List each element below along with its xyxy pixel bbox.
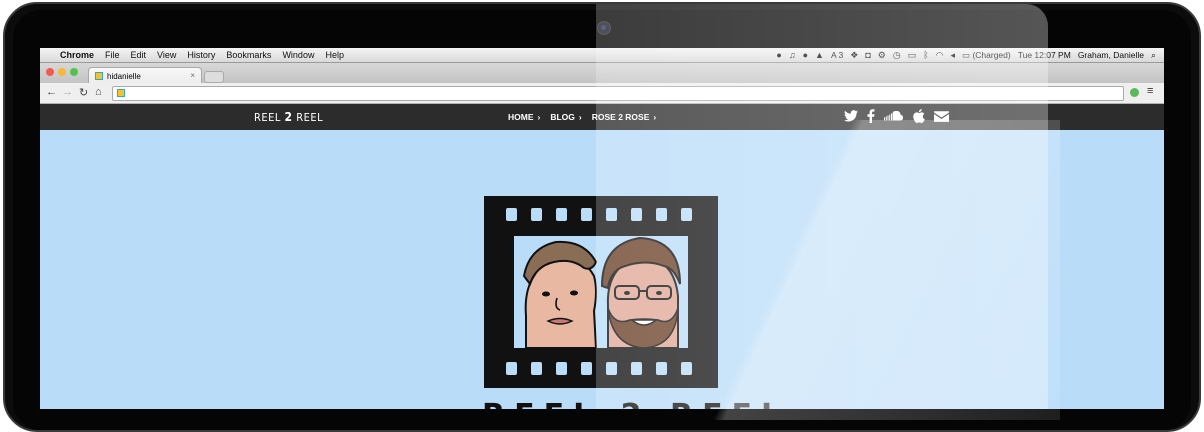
chevron-right-icon: › [537, 112, 541, 122]
battery-label: (Charged) [972, 49, 1011, 60]
forward-icon[interactable]: → [62, 86, 73, 98]
tab-close-icon[interactable]: × [190, 71, 195, 80]
social-links [844, 109, 949, 123]
main-nav: HOME › BLOG › ROSE 2 ROSE › [508, 112, 656, 122]
browser-tab[interactable]: hidanielle × [88, 67, 202, 84]
mail-icon[interactable] [934, 110, 949, 122]
chevron-right-icon: › [578, 112, 582, 122]
extension-icon[interactable] [1130, 88, 1139, 97]
volume-icon[interactable]: ◂ [951, 50, 956, 61]
adobe-status[interactable]: A 3 [831, 50, 843, 60]
apple-icon[interactable] [913, 109, 925, 123]
nav-rose-2-rose[interactable]: ROSE 2 ROSE › [592, 112, 656, 122]
menu-window[interactable]: Window [282, 50, 314, 60]
menu-file[interactable]: File [105, 50, 120, 60]
hero-logo [484, 196, 718, 388]
drive-icon[interactable]: ▲ [815, 50, 824, 60]
brand-word-right: REEL [296, 111, 324, 124]
user-name[interactable]: Graham, Danielle [1078, 50, 1144, 60]
screen: Chrome File Edit View History Bookmarks … [40, 48, 1164, 409]
bell-icon[interactable]: ♫ [789, 50, 796, 60]
site-brand[interactable]: REEL 2 REEL [254, 110, 323, 124]
nav-blog[interactable]: BLOG › [550, 112, 581, 122]
zoom-window-icon[interactable] [70, 68, 78, 76]
settings-icon[interactable]: ⚙ [878, 50, 886, 61]
adobe-icon: A [830, 50, 837, 60]
brand-number: 2 [284, 110, 293, 124]
chrome-menu-icon[interactable]: ≡ [1147, 85, 1153, 97]
tab-favicon-icon [95, 72, 103, 80]
address-bar[interactable] [112, 86, 1124, 101]
window-controls [46, 68, 78, 76]
dropbox-icon[interactable]: ❖ [850, 50, 858, 61]
close-window-icon[interactable] [46, 68, 54, 76]
site-navbar: REEL 2 REEL HOME › BLOG › ROSE 2 ROSE › [40, 104, 1164, 130]
menu-help[interactable]: Help [325, 50, 344, 60]
adobe-count: 3 [838, 50, 844, 60]
bluetooth-icon[interactable]: ᛒ [923, 50, 928, 60]
tab-strip: hidanielle × [40, 63, 1164, 84]
back-icon[interactable]: ← [46, 86, 57, 98]
status-area: ● ♫ ● ▲ A 3 ❖ ◘ ⚙ ◷ ▭ ᛒ ◠ ◂ ▭ (Charged) … [776, 48, 1156, 62]
home-icon[interactable]: ⌂ [95, 86, 102, 98]
battery-status[interactable]: ▭ (Charged) [962, 50, 1011, 61]
mac-menubar: Chrome File Edit View History Bookmarks … [40, 48, 1164, 63]
nav-rose-label: ROSE 2 ROSE [591, 112, 650, 122]
menu-bookmarks[interactable]: Bookmarks [226, 50, 271, 60]
nav-blog-label: BLOG [550, 112, 575, 122]
shield-icon[interactable]: ◘ [865, 50, 870, 60]
time-machine-icon[interactable]: ◷ [893, 50, 901, 61]
clock[interactable]: Tue 12:07 PM [1018, 50, 1071, 60]
facebook-icon[interactable] [867, 109, 875, 123]
hero-title: REEL 2 REEL [482, 398, 789, 409]
chat-icon[interactable]: ● [803, 50, 808, 60]
spotlight-icon[interactable]: ⌕ [1151, 50, 1156, 61]
right-face-illustration [600, 236, 681, 349]
twitter-icon[interactable] [844, 110, 858, 122]
evernote-icon[interactable]: ● [776, 50, 781, 60]
browser-toolbar: ← → ↻ ⌂ ≡ [40, 83, 1164, 104]
webcam [597, 21, 611, 35]
battery-icon: ▭ [962, 49, 971, 60]
left-face-illustration [522, 240, 598, 349]
wifi-icon[interactable]: ◠ [936, 50, 944, 61]
nav-home-label: HOME [508, 112, 534, 122]
menu-edit[interactable]: Edit [131, 50, 147, 60]
address-favicon-icon [117, 89, 125, 97]
display-icon[interactable]: ▭ [908, 50, 917, 61]
tab-title: hidanielle [107, 71, 141, 81]
menu-history[interactable]: History [187, 50, 215, 60]
menu-app-name[interactable]: Chrome [60, 50, 94, 60]
nav-home[interactable]: HOME › [508, 112, 540, 122]
chevron-right-icon: › [653, 112, 657, 122]
brand-word-left: REEL [254, 111, 281, 124]
reload-icon[interactable]: ↻ [79, 86, 88, 99]
new-tab-button[interactable] [204, 71, 224, 83]
soundcloud-icon[interactable] [884, 111, 904, 121]
minimize-window-icon[interactable] [58, 68, 66, 76]
menu-view[interactable]: View [157, 50, 176, 60]
